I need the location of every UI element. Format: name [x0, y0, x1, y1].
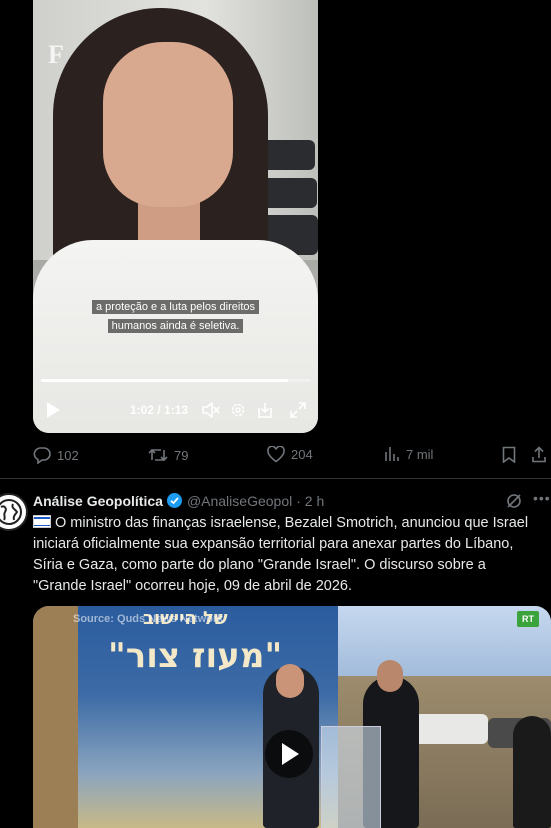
- video-player-2[interactable]: של היישוב "מעוז צור" Source: Quds News N…: [33, 606, 551, 828]
- settings-button[interactable]: [229, 398, 247, 422]
- video-time: 1:02 / 1:13: [130, 403, 189, 417]
- pip-download-icon: [258, 403, 272, 418]
- video-car: [413, 714, 488, 744]
- views-button[interactable]: 7 mil: [384, 446, 433, 462]
- video-progress-bar[interactable]: [41, 379, 311, 382]
- channel-badge: RT: [517, 611, 539, 627]
- banner-text-main: "מעוז צור": [108, 636, 283, 676]
- tweet-body: O ministro das finanças israelense, Beza…: [33, 515, 529, 594]
- subtitle-line-2: humanos ainda é seletiva.: [107, 319, 244, 333]
- video-person-right: [513, 716, 551, 828]
- like-count: 204: [291, 447, 313, 462]
- video-speaker-face: [276, 664, 304, 698]
- globe-icon: [0, 499, 22, 525]
- subtitle-line-1: a proteção e a luta pelos direitos: [92, 300, 259, 314]
- grok-button[interactable]: [505, 492, 523, 515]
- timestamp[interactable]: · 2 h: [296, 493, 324, 509]
- video-bodyguard-face: [377, 660, 403, 692]
- analytics-icon: [385, 447, 399, 461]
- gear-icon: [231, 403, 245, 417]
- video-podium: [321, 726, 381, 828]
- source-watermark: Source: Quds News Network: [73, 613, 224, 625]
- reply-icon: [33, 447, 51, 464]
- bookmark-icon: [502, 446, 516, 463]
- brand-logo: F: [48, 40, 64, 69]
- video-player-1[interactable]: F a proteção e a luta pelos direitos hum…: [33, 0, 318, 433]
- play-icon: [282, 743, 299, 765]
- mute-button[interactable]: [201, 398, 221, 422]
- video-person-face: [103, 42, 233, 207]
- display-name[interactable]: Análise Geopolítica: [33, 493, 163, 509]
- reply-count: 102: [57, 447, 79, 463]
- fullscreen-button[interactable]: [289, 398, 307, 422]
- repost-button[interactable]: 79: [148, 446, 188, 464]
- expand-icon: [290, 402, 306, 418]
- share-icon: [532, 446, 546, 463]
- play-icon: [47, 402, 60, 418]
- download-button[interactable]: [256, 398, 274, 422]
- heart-icon: [267, 446, 285, 463]
- bookmark-button[interactable]: [502, 446, 516, 463]
- israel-flag-icon: [33, 515, 51, 528]
- tweet-text: O ministro das finanças israelense, Beza…: [33, 513, 538, 597]
- repost-count: 79: [174, 447, 189, 463]
- view-count: 7 mil: [406, 446, 434, 462]
- share-button[interactable]: [531, 446, 547, 463]
- repost-icon: [148, 448, 168, 462]
- grok-icon: [507, 494, 521, 508]
- reply-button[interactable]: 102: [33, 446, 79, 464]
- handle[interactable]: @AnaliseGeopol: [187, 493, 292, 509]
- avatar[interactable]: [0, 493, 28, 531]
- play-button[interactable]: [45, 398, 61, 422]
- more-options-icon[interactable]: •••: [533, 490, 551, 506]
- video-progress-fill: [41, 379, 289, 382]
- volume-muted-icon: [202, 402, 220, 418]
- play-button[interactable]: [265, 730, 313, 778]
- tweet-header: Análise Geopolítica @AnaliseGeopol · 2 h: [33, 492, 324, 509]
- like-button[interactable]: 204: [267, 446, 313, 463]
- video-subtitle: a proteção e a luta pelos direitos human…: [78, 297, 273, 335]
- verified-badge-icon: [166, 493, 182, 508]
- tweet-divider: [0, 478, 551, 479]
